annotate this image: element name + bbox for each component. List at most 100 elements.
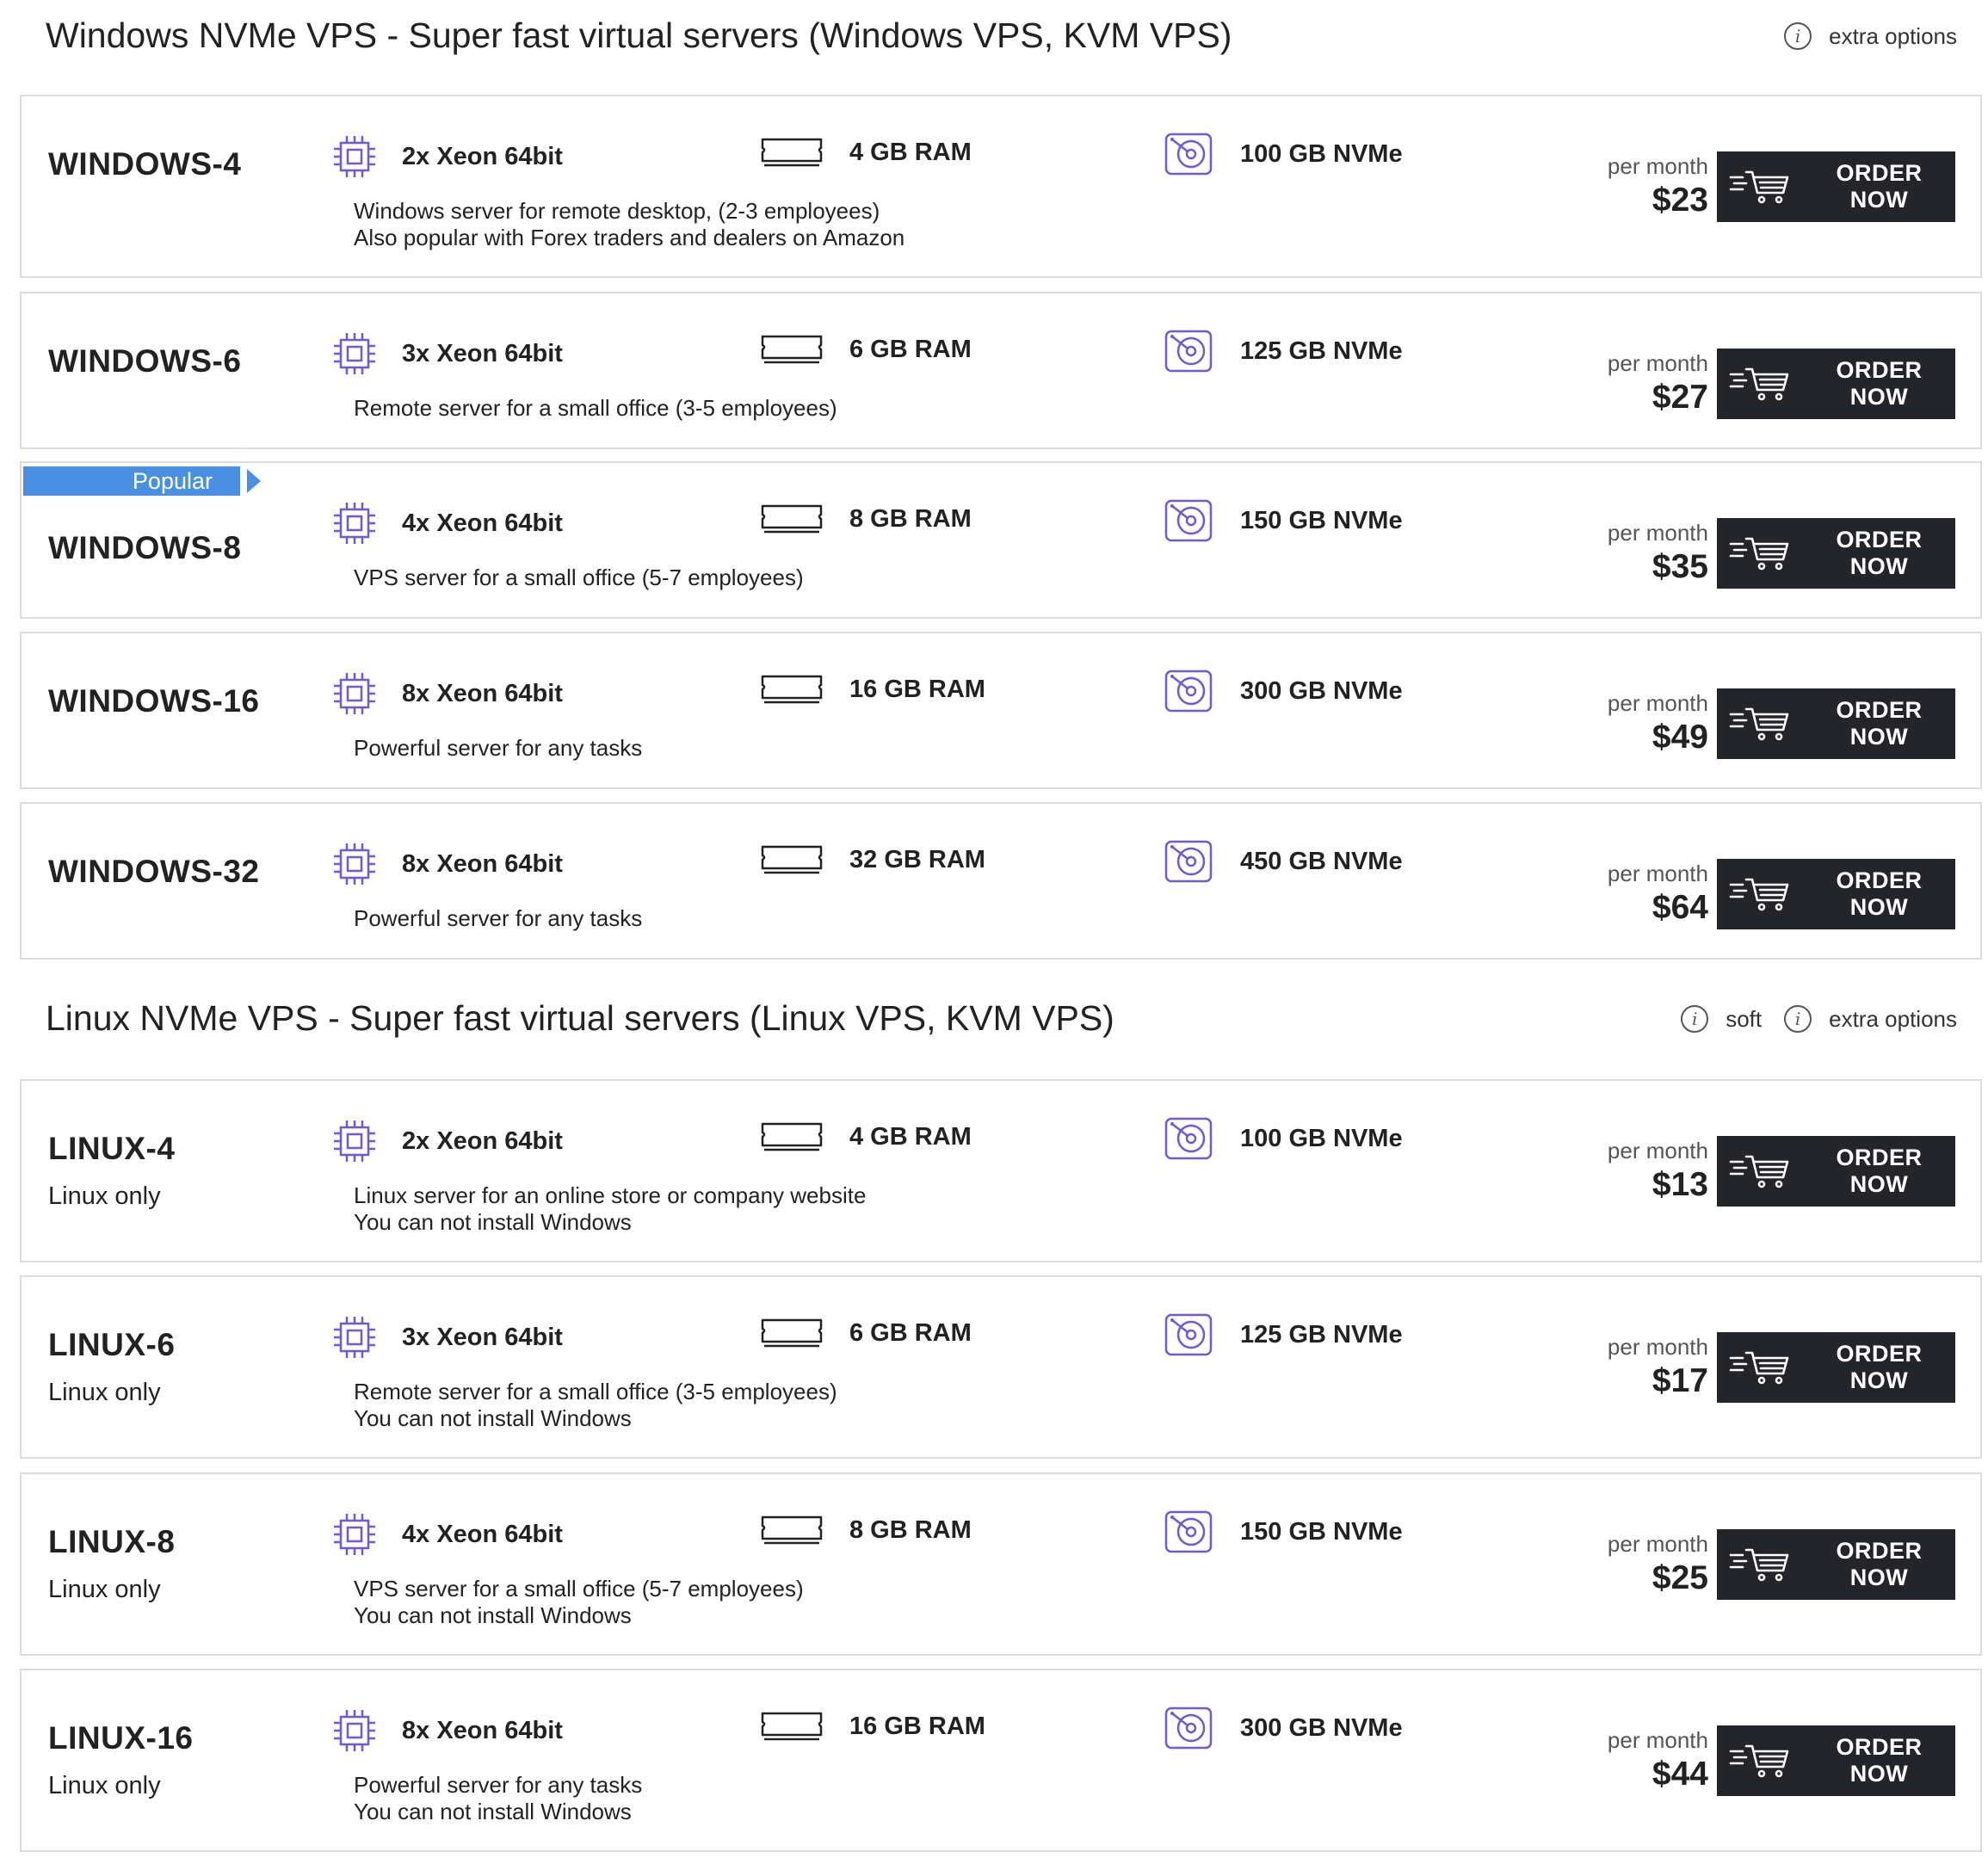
extra-options-toggle[interactable]: i extra options xyxy=(1784,22,1957,50)
plan-row: WINDOWS-16 8x Xeon 64bit 16 GB RAM 300 G… xyxy=(20,632,1982,789)
plan-name: LINUX-8 xyxy=(48,1524,176,1559)
shopping-cart-icon xyxy=(1729,705,1791,743)
hard-disk-icon xyxy=(1164,1707,1213,1750)
order-now-button[interactable]: ORDER NOW xyxy=(1717,1529,1955,1600)
price-period: per month xyxy=(1607,1531,1708,1557)
hard-disk-icon xyxy=(1164,1313,1213,1356)
ram-spec: 16 GB RAM xyxy=(760,1709,985,1744)
price-amount: $35 xyxy=(1652,548,1708,585)
price-period: per month xyxy=(1607,861,1708,886)
extra-options-toggle[interactable]: i extra options xyxy=(1784,1005,1957,1033)
cpu-chip-icon xyxy=(333,1709,376,1752)
ram-spec: 32 GB RAM xyxy=(760,843,985,877)
header-options: i extra options xyxy=(1784,22,1957,50)
cpu-spec: 4x Xeon 64bit xyxy=(333,1513,563,1556)
ram-spec: 8 GB RAM xyxy=(760,502,972,536)
description-line: VPS server for a small office (5-7 emplo… xyxy=(354,565,804,590)
shopping-cart-icon xyxy=(1729,875,1791,913)
cpu-spec: 2x Xeon 64bit xyxy=(333,135,563,178)
badge-label: Popular xyxy=(132,468,213,494)
hard-disk-icon xyxy=(1164,1510,1213,1553)
description-line: Powerful server for any tasks xyxy=(354,1772,643,1798)
cpu-chip-icon xyxy=(333,1120,376,1163)
disk-spec: 300 GB NVMe xyxy=(1164,670,1403,713)
disk-value: 450 GB NVMe xyxy=(1240,847,1403,875)
plan-name: LINUX-16 xyxy=(48,1720,194,1756)
cpu-spec: 4x Xeon 64bit xyxy=(333,502,563,545)
shopping-cart-icon xyxy=(1729,168,1791,206)
order-now-button[interactable]: ORDER NOW xyxy=(1717,518,1955,589)
hard-disk-icon xyxy=(1164,840,1213,883)
ram-value: 4 GB RAM xyxy=(849,1122,972,1151)
order-label: ORDER NOW xyxy=(1836,160,1923,213)
cpu-spec: 3x Xeon 64bit xyxy=(333,332,563,375)
price-amount: $25 xyxy=(1652,1559,1708,1596)
plan-row: LINUX-8 Linux only 4x Xeon 64bit 8 GB RA… xyxy=(20,1472,1982,1656)
disk-value: 150 GB NVMe xyxy=(1240,1517,1403,1546)
order-label: ORDER NOW xyxy=(1836,1538,1923,1590)
order-label: ORDER NOW xyxy=(1836,867,1923,920)
order-label: ORDER NOW xyxy=(1836,1734,1923,1787)
disk-value: 125 GB NVMe xyxy=(1240,336,1403,365)
plan-row: LINUX-16 Linux only 8x Xeon 64bit 16 GB … xyxy=(20,1669,1982,1852)
hard-disk-icon xyxy=(1164,670,1213,713)
plan-description: Powerful server for any tasks xyxy=(354,735,642,762)
shopping-cart-icon xyxy=(1729,534,1791,572)
plan-name: LINUX-4 xyxy=(48,1131,176,1166)
price-amount: $44 xyxy=(1652,1756,1708,1793)
cpu-chip-icon xyxy=(333,135,376,178)
price-period: per month xyxy=(1607,1727,1708,1753)
windows-section-header: Windows NVMe VPS - Super fast virtual se… xyxy=(0,0,1988,95)
ram-value: 16 GB RAM xyxy=(849,1712,985,1740)
order-now-button[interactable]: ORDER NOW xyxy=(1717,688,1955,759)
cpu-chip-icon xyxy=(333,1316,376,1359)
info-icon: i xyxy=(1784,1005,1812,1033)
ram-value: 6 GB RAM xyxy=(849,335,972,363)
disk-value: 300 GB NVMe xyxy=(1240,676,1403,705)
order-now-button[interactable]: ORDER NOW xyxy=(1717,1136,1955,1207)
plan-row: WINDOWS-4 2x Xeon 64bit 4 GB RAM 100 GB … xyxy=(20,95,1982,278)
order-now-button[interactable]: ORDER NOW xyxy=(1717,1332,1955,1403)
ram-spec: 4 GB RAM xyxy=(760,135,972,170)
order-now-button[interactable]: ORDER NOW xyxy=(1717,349,1955,419)
plan-name: WINDOWS-4 xyxy=(48,146,242,182)
price-block: per month $13 xyxy=(1545,1138,1708,1204)
header-options: i soft i extra options xyxy=(1681,1005,1957,1033)
cpu-value: 4x Xeon 64bit xyxy=(402,509,563,537)
plan-description: Remote server for a small office (3-5 em… xyxy=(354,1379,837,1432)
description-line: You can not install Windows xyxy=(354,1209,632,1235)
ram-value: 6 GB RAM xyxy=(849,1318,972,1347)
order-label: ORDER NOW xyxy=(1836,357,1923,410)
linux-section-header: Linux NVMe VPS - Super fast virtual serv… xyxy=(0,983,1988,1077)
disk-spec: 125 GB NVMe xyxy=(1164,1313,1403,1356)
plan-os-note: Linux only xyxy=(48,1379,161,1406)
description-line: Powerful server for any tasks xyxy=(354,735,643,761)
hard-disk-icon xyxy=(1164,330,1213,373)
option-label: extra options xyxy=(1829,22,1957,49)
popular-badge: Popular xyxy=(23,466,261,496)
description-line: Windows server for remote desktop, (2-3 … xyxy=(354,198,880,224)
cpu-value: 3x Xeon 64bit xyxy=(402,1323,563,1351)
plan-os-note: Linux only xyxy=(48,1576,161,1603)
price-amount: $17 xyxy=(1652,1362,1708,1399)
cpu-value: 8x Xeon 64bit xyxy=(402,1716,563,1744)
ram-spec: 16 GB RAM xyxy=(760,672,985,707)
order-now-button[interactable]: ORDER NOW xyxy=(1717,859,1955,929)
description-line: Remote server for a small office (3-5 em… xyxy=(354,395,837,421)
shopping-cart-icon xyxy=(1729,1349,1791,1386)
order-label: ORDER NOW xyxy=(1836,1341,1923,1393)
ram-spec: 6 GB RAM xyxy=(760,1316,972,1350)
cpu-value: 8x Xeon 64bit xyxy=(402,849,563,878)
price-block: per month $25 xyxy=(1545,1531,1708,1597)
plan-description: Powerful server for any tasks You can not… xyxy=(354,1772,642,1825)
soft-options-toggle[interactable]: i soft xyxy=(1681,1005,1762,1033)
memory-module-icon xyxy=(760,672,824,707)
plan-row: WINDOWS-8 4x Xeon 64bit 8 GB RAM 150 GB … xyxy=(20,461,1982,619)
cpu-chip-icon xyxy=(333,672,376,715)
order-now-button[interactable]: ORDER NOW xyxy=(1717,151,1955,222)
order-label: ORDER NOW xyxy=(1836,697,1923,750)
memory-module-icon xyxy=(760,502,824,536)
order-now-button[interactable]: ORDER NOW xyxy=(1717,1725,1955,1796)
cpu-spec: 8x Xeon 64bit xyxy=(333,672,563,715)
cpu-value: 2x Xeon 64bit xyxy=(402,1126,563,1155)
